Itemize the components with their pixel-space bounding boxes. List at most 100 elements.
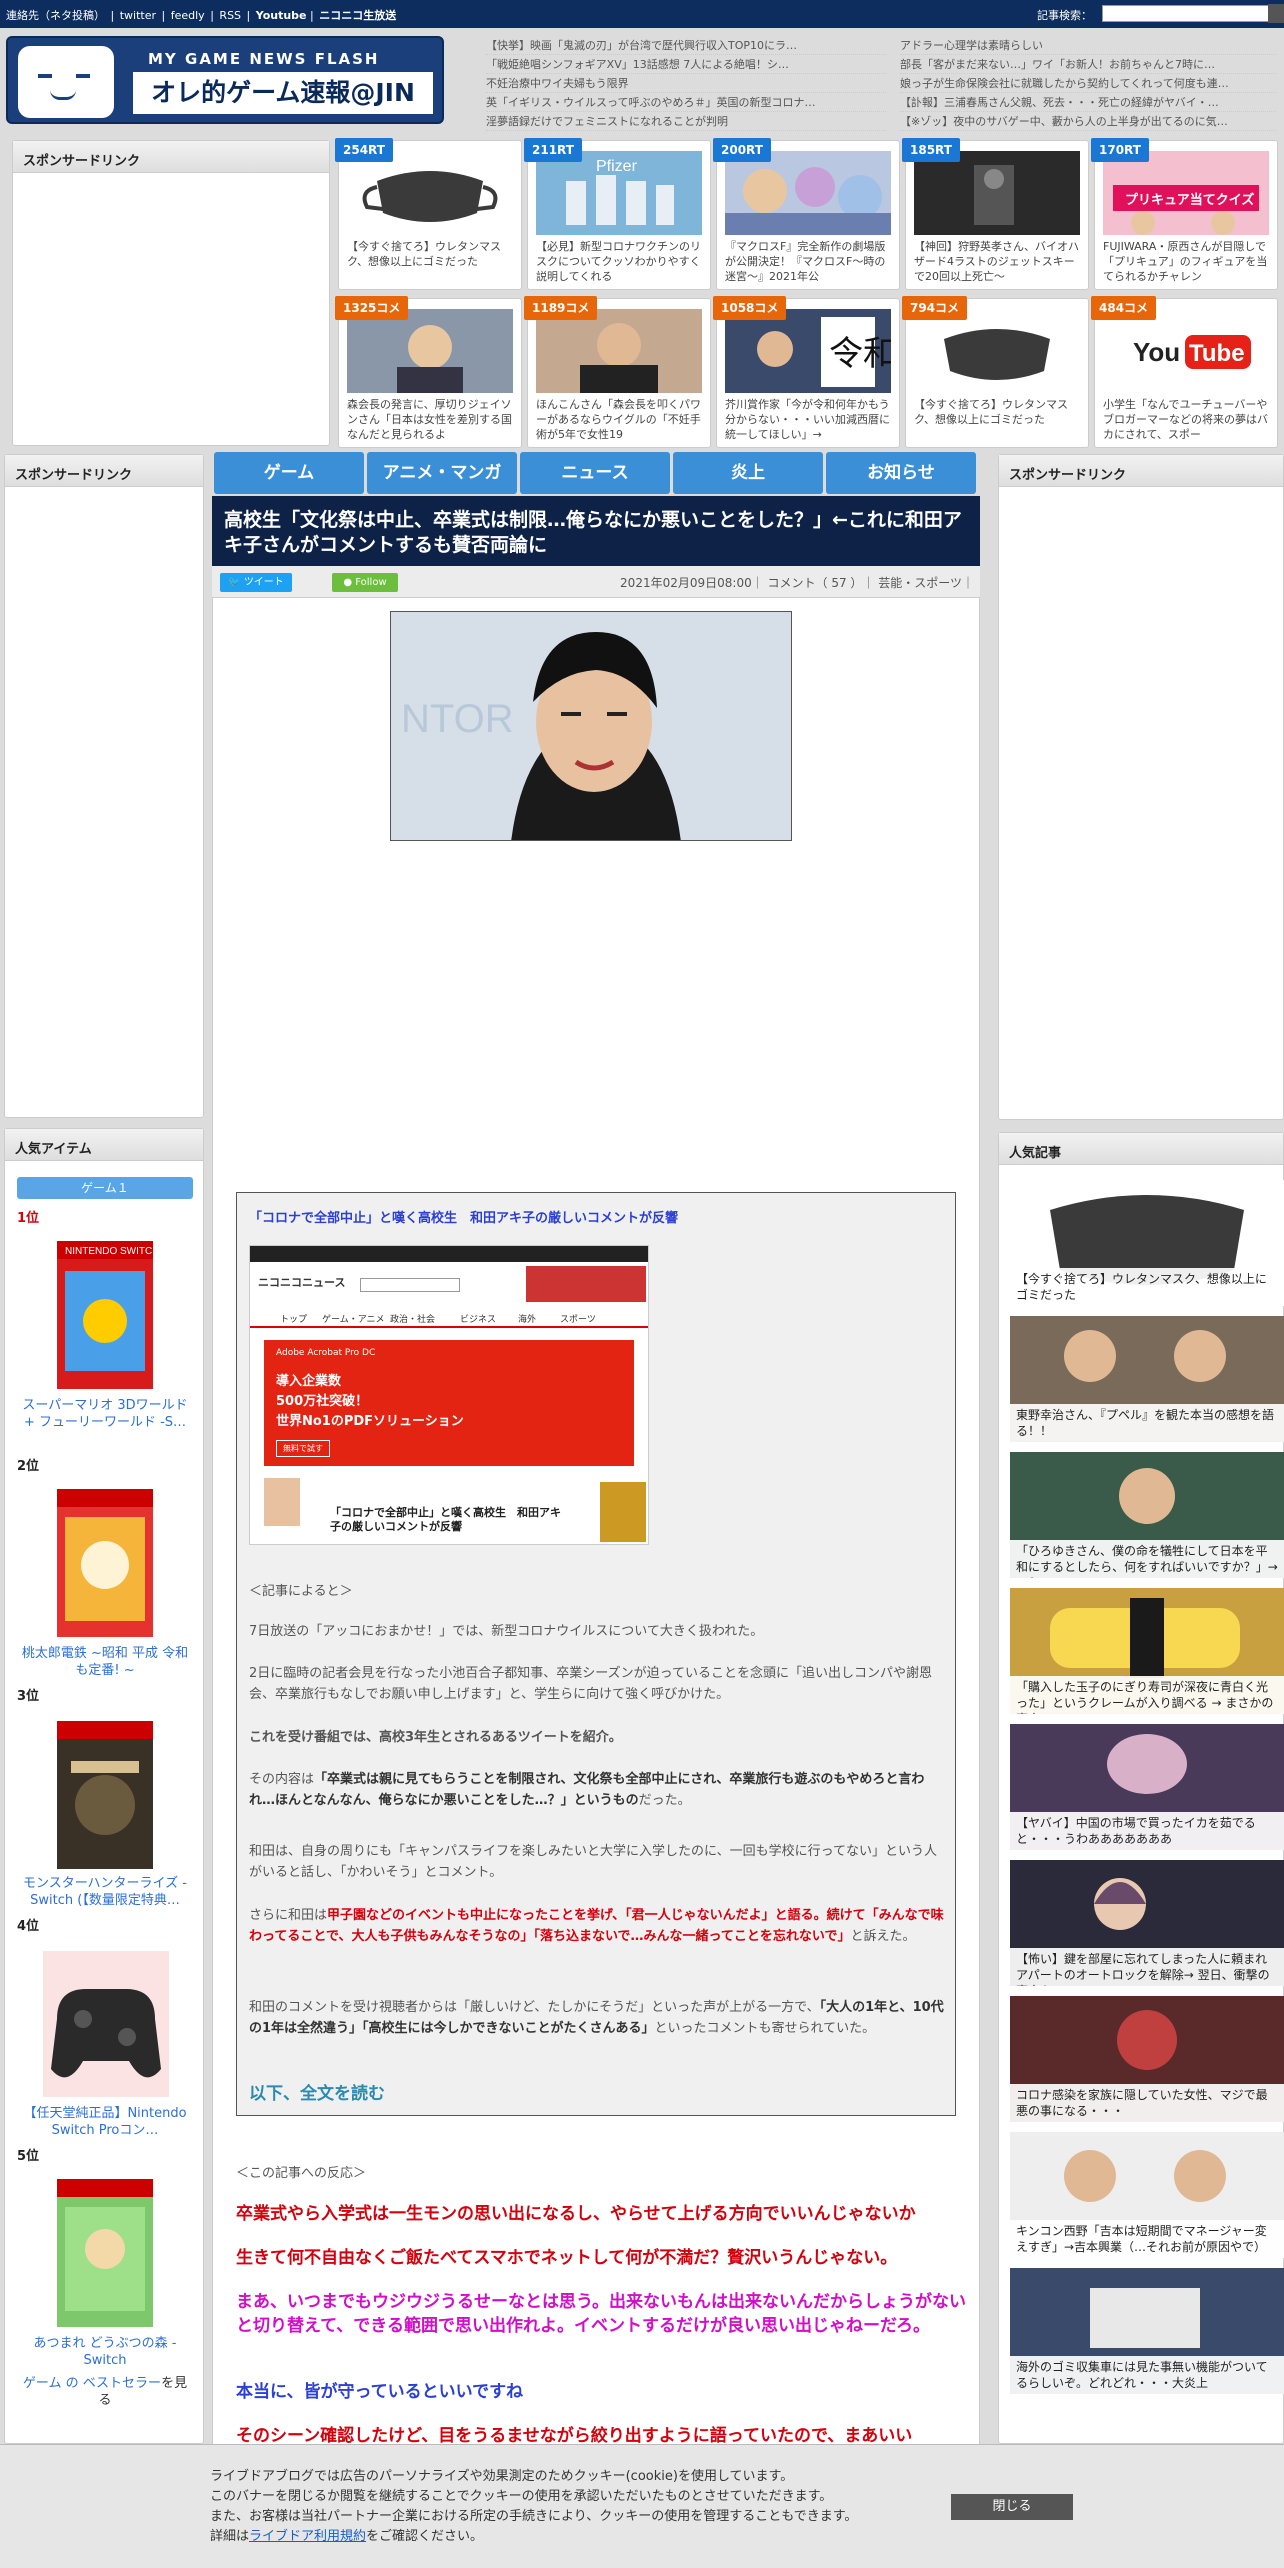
rt-card[interactable]: 【今すぐ捨てろ】ウレタンマスク、想像以上にゴミだった 254RT: [335, 138, 522, 290]
nav-news[interactable]: ニュース: [520, 452, 670, 494]
quote-paragraph: その内容は「卒業式は親に見てもらうことを制限され、文化祭も全部中止にされ、卒業旅…: [249, 1772, 925, 1808]
tab-game1[interactable]: ゲーム１: [17, 1177, 193, 1199]
product-link[interactable]: 桃太郎電鉄 ~昭和 平成 令和も定番! ~: [17, 1645, 193, 1679]
news-link[interactable]: 「戦姫絶唱シンフォギアXV」13話感想 7人による絶唱！シ…: [486, 55, 886, 74]
popular-article[interactable]: 東野幸治さん、『プペル』を観た本当の感想を語る！！: [1010, 1316, 1284, 1442]
popular-article[interactable]: 【今すぐ捨てろ】ウレタンマスク、想像以上にゴミだった: [1010, 1180, 1284, 1306]
comment-card[interactable]: You Tube 小学生「なんでユーチューバーやブロガーマーなどの将来の夢はバカに…: [1091, 296, 1278, 448]
comment-badge: 1058コメ: [713, 296, 787, 320]
comment-card[interactable]: 令和 芥川賞作家「今が令和何年かもう分からない・・・いい加減西暦に統一してほしい…: [713, 296, 900, 448]
product-link[interactable]: モンスターハンターライズ -Switch (【数量限定特典…: [17, 1875, 193, 1909]
card-caption: 森会長の発言に、厚切りジェイソンさん「日本は女性を差別する国なんだと見られるよ: [347, 398, 512, 441]
product-image-monhun[interactable]: [57, 1721, 153, 1869]
rt-card[interactable]: 『マクロスF』完全新作の劇場版が公開決定！『マクロスF～時の迷宮～』2021年公…: [713, 138, 900, 290]
twitter-icon: 🐦: [228, 577, 244, 588]
quote-paragraph: 和田は、自身の周りにも「キャンパスライフを楽しみたいと大学に入学したのに、一回も…: [249, 1844, 937, 1880]
link-youtube[interactable]: Youtube: [256, 9, 307, 22]
nav-enjo[interactable]: 炎上: [673, 452, 823, 494]
game-thumbnail: [914, 151, 1080, 235]
popular-article[interactable]: キンコン西野「吉本は短期間でマネージャー変えすぎ」→吉本興業（…それお前が原因や…: [1010, 2132, 1284, 2258]
rt-card[interactable]: プリキュア当てクイズ FUJIWARA・原西さんが目隠しで「プリキュア」のフィギ…: [1091, 138, 1278, 290]
news-link[interactable]: 娘っ子が生命保険会社に就職したから契約してくれって何度も連…: [900, 74, 1276, 93]
popular-article[interactable]: 【ヤバイ】中国の市場で買ったイカを茹でると・・・うわあああああああ: [1010, 1724, 1284, 1850]
nav-anime[interactable]: アニメ・マンガ: [367, 452, 517, 494]
product-image-atsumori[interactable]: [57, 2179, 153, 2327]
read-more-link[interactable]: 以下、全文を読む: [249, 2079, 945, 2104]
cookie-text: ライブドアブログでは広告のパーソナライズや効果測定のためクッキー(cookie)…: [210, 2469, 858, 2544]
jason-thumbnail: [347, 309, 513, 393]
nav-info[interactable]: お知らせ: [826, 452, 976, 494]
link-rss[interactable]: RSS: [219, 9, 241, 22]
reaction-comment: 本当に、皆が守っているといいですね: [236, 2382, 524, 2402]
logo-subtitle: MY GAME NEWS FLASH: [148, 50, 380, 68]
news-link[interactable]: 英「イギリス・ウイルスって呼ぶのやめろ＃」英国の新型コロナ…: [486, 93, 886, 112]
bestseller-link[interactable]: ゲーム の ベストセラー: [23, 2376, 161, 2391]
card-caption: FUJIWARA・原西さんが目隠しで「プリキュア」のフィギュアを当てられるかチャ…: [1103, 240, 1268, 283]
sponsor-heading: スポンサードリンク: [999, 455, 1283, 487]
follow-button[interactable]: ● Follow: [332, 573, 398, 592]
link-contact[interactable]: 連絡先（ネタ投稿）: [6, 9, 105, 22]
rt-badge: 254RT: [335, 138, 393, 162]
nico-article-title: 「コロナで全部中止」と嘆く高校生 和田アキ子の厳しいコメントが反響: [330, 1506, 561, 1533]
comment-card[interactable]: 【今すぐ捨てろ】ウレタンマスク、想像以上にゴミだった 794コメ: [902, 296, 1089, 448]
link-twitter[interactable]: twitter: [120, 9, 156, 22]
adobe-ad[interactable]: Adobe Acrobat Pro DC 導入企業数 500万社突破！ 世界No…: [264, 1340, 634, 1466]
popular-article[interactable]: 【怖い】鍵を部屋に忘れてしまった人に頼まれアパートのオートロックを解除→ 翌日、…: [1010, 1860, 1284, 1986]
quote-paragraph: これを受け番組では、高校3年生とされるあるツイートを紹介。: [249, 1730, 622, 1745]
rt-badge: 211RT: [524, 138, 582, 162]
comment-badge: 1325コメ: [335, 296, 409, 320]
mask-thumbnail: [347, 151, 513, 235]
quote-paragraph: 和田のコメントを受け視聴者からは「厳しいけど、たしかにそうだ」といった声が上がる…: [249, 2000, 944, 2036]
product-image-momotetsu[interactable]: [57, 1489, 153, 1637]
niconico-screenshot[interactable]: ニコニコニュース トップ ゲーム・アニメ 政治・社会 ビジネス 海外 スポーツ …: [249, 1245, 649, 1545]
rt-card[interactable]: 【神回】狩野英孝さん、バイオハザード4ラストのジェットスキーで20回以上死亡～ …: [902, 138, 1089, 290]
link-feedly[interactable]: feedly: [171, 9, 205, 22]
news-link[interactable]: アドラー心理学は素晴らしい: [900, 36, 1276, 55]
anime-thumbnail: [725, 151, 891, 235]
cookie-close-button[interactable]: 閉じる: [951, 2494, 1073, 2520]
popular-article[interactable]: 海外のゴミ収集車には見た事無い機能がついてるらしいぞ。どれどれ・・・大炎上: [1010, 2268, 1284, 2394]
terms-link[interactable]: ライブドア利用規約: [249, 2529, 366, 2544]
popular-article[interactable]: コロナ感染を家族に隠していた女性、マジで最悪の事になる・・・: [1010, 1996, 1284, 2122]
popular-articles-heading: 人気記事: [999, 1133, 1283, 1165]
product-link[interactable]: あつまれ どうぶつの森 -Switch: [17, 2335, 193, 2369]
news-link[interactable]: 淫夢語録だけでフェミニストになれることが判明: [486, 112, 886, 131]
reiwa-thumbnail: 令和: [725, 309, 891, 393]
news-link[interactable]: 部長「客がまだ来ない…」ワイ「お新人！お前ちゃんと7時に…: [900, 55, 1276, 74]
sponsor-heading: スポンサードリンク: [5, 455, 203, 487]
rt-card[interactable]: Pfizer 【必見】新型コロナワクチンのリスクについてクッソわかりやすく説明し…: [524, 138, 711, 290]
link-niconico[interactable]: ニコニコ生放送: [319, 9, 396, 22]
nico-side-ad: [600, 1482, 646, 1542]
product-image-procon[interactable]: [41, 1949, 171, 2099]
popular-article[interactable]: 「ひろゆきさん、僕の命を犠牲にして日本を平和にするとしたら、何をすればいいですか…: [1010, 1452, 1284, 1578]
search-button[interactable]: [1268, 4, 1284, 23]
rt-badge: 170RT: [1091, 138, 1149, 162]
card-caption: 【神回】狩野英孝さん、バイオハザード4ラストのジェットスキーで20回以上死亡～: [914, 240, 1079, 283]
search-input[interactable]: [1102, 5, 1274, 22]
news-link[interactable]: 不妊治療中ワイ夫婦もう限界: [486, 74, 886, 93]
mask-thumbnail: [914, 309, 1080, 393]
reactions-label: ＜この記事への反応＞: [236, 2166, 367, 2181]
svg-text:Tube: Tube: [1189, 340, 1245, 367]
svg-text:Pfizer: Pfizer: [596, 158, 638, 175]
svg-text:令和: 令和: [829, 334, 891, 374]
product-link[interactable]: スーパーマリオ 3Dワールド + フューリーワールド -S…: [17, 1397, 193, 1431]
comment-badge: 1189コメ: [524, 296, 598, 320]
comment-card[interactable]: 森会長の発言に、厚切りジェイソンさん「日本は女性を差別する国なんだと見られるよ …: [335, 296, 522, 448]
nav-game[interactable]: ゲーム: [214, 452, 364, 494]
tweet-button[interactable]: 🐦 ツイート: [220, 573, 292, 592]
news-link[interactable]: 【快挙】映画「鬼滅の刃」が台湾で歴代興行収入TOP10にラ…: [486, 36, 886, 55]
comment-card[interactable]: ほんこんさん「森会長を叩くパワーがあるならウイグルの「不妊手術が5年で女性19 …: [524, 296, 711, 448]
quote-headline[interactable]: 「コロナで全部中止」と嘆く高校生 和田アキ子の厳しいコメントが反響: [249, 1207, 945, 1226]
svg-text:You: You: [1133, 337, 1180, 367]
popular-article[interactable]: 「購入した玉子のにぎり寿司が深夜に青白く光った」というクレームが入り調べる → …: [1010, 1588, 1284, 1714]
feedly-icon: ●: [343, 577, 356, 588]
top-links: 連絡先（ネタ投稿） | twitter | feedly | RSS | You…: [6, 9, 397, 22]
header-news-right: アドラー心理学は素晴らしい 部長「客がまだ来ない…」ワイ「お新人！お前ちゃんと7…: [900, 36, 1276, 131]
cookie-banner: ライブドアブログでは広告のパーソナライズや効果測定のためクッキー(cookie)…: [0, 2444, 1284, 2568]
news-link[interactable]: 【訃報】三浦春馬さん父親、死去・・・死亡の経緯がヤバイ・…: [900, 93, 1276, 112]
product-image-mario[interactable]: NINTENDO SWITCH: [57, 1241, 159, 1389]
site-logo[interactable]: MY GAME NEWS FLASH オレ的ゲーム速報@JIN: [6, 36, 444, 124]
product-link[interactable]: 【任天堂純正品】Nintendo Switch Proコン…: [17, 2105, 193, 2139]
news-link[interactable]: 【※ゾッ】夜中のサバゲー中、藪から人の上半身が出てるのに気…: [900, 112, 1276, 131]
